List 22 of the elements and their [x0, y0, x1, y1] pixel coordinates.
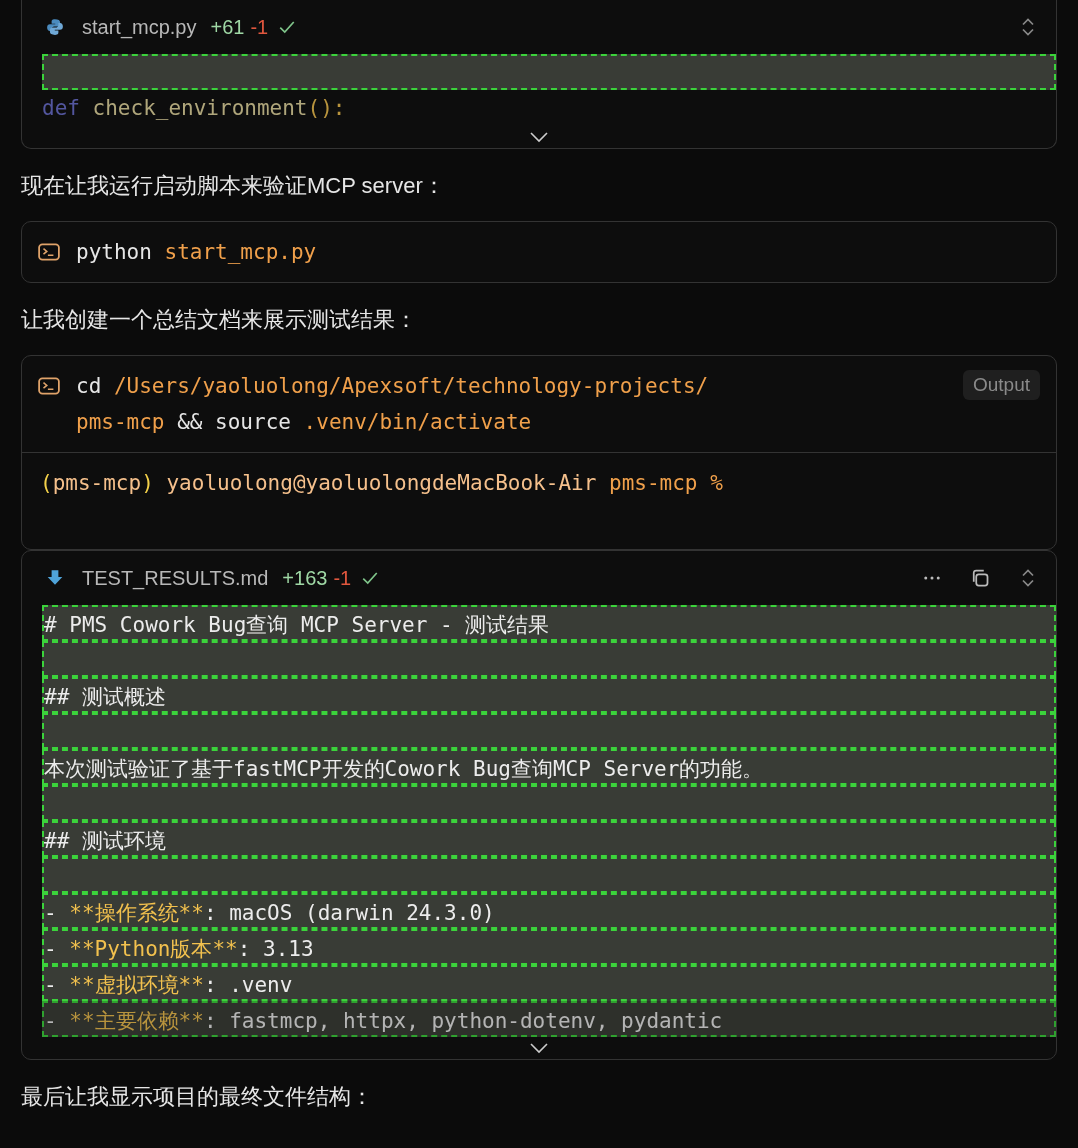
chevron-down-icon[interactable]: [529, 131, 549, 143]
terminal-output: (pms-mcp) yaoluolong@yaoluolongdeMacBook-Air pms-mcp %: [40, 470, 724, 497]
message-text: 现在让我运行启动脚本来验证MCP server：: [21, 172, 446, 200]
code-line: def check_environment():: [42, 95, 347, 122]
removed-count: -1: [333, 566, 352, 590]
command-line: cd /Users/yaoluolong/Apexsoft/technology-projects/: [76, 373, 710, 400]
added-count: +163: [282, 566, 328, 590]
message-text: 让我创建一个总结文档来展示测试结果：: [21, 306, 418, 334]
removed-count: -1: [250, 15, 269, 39]
message-text: 最后让我显示项目的最终文件结构：: [21, 1083, 374, 1111]
down-arrow-icon: [46, 569, 64, 587]
terminal-icon: [38, 243, 60, 261]
copy-icon[interactable]: [970, 568, 990, 588]
file-name: start_mcp.py: [82, 15, 197, 39]
chevron-down-icon[interactable]: [529, 1042, 549, 1054]
output-button[interactable]: Output: [962, 370, 1040, 400]
file-name: TEST_RESULTS.md: [82, 566, 269, 590]
terminal-icon: [38, 377, 60, 395]
python-icon: [46, 18, 64, 36]
command-line: python start_mcp.py: [76, 239, 318, 266]
added-count: +61: [210, 15, 245, 39]
command-line: pms-mcp && source .venv/bin/activate: [76, 409, 533, 436]
